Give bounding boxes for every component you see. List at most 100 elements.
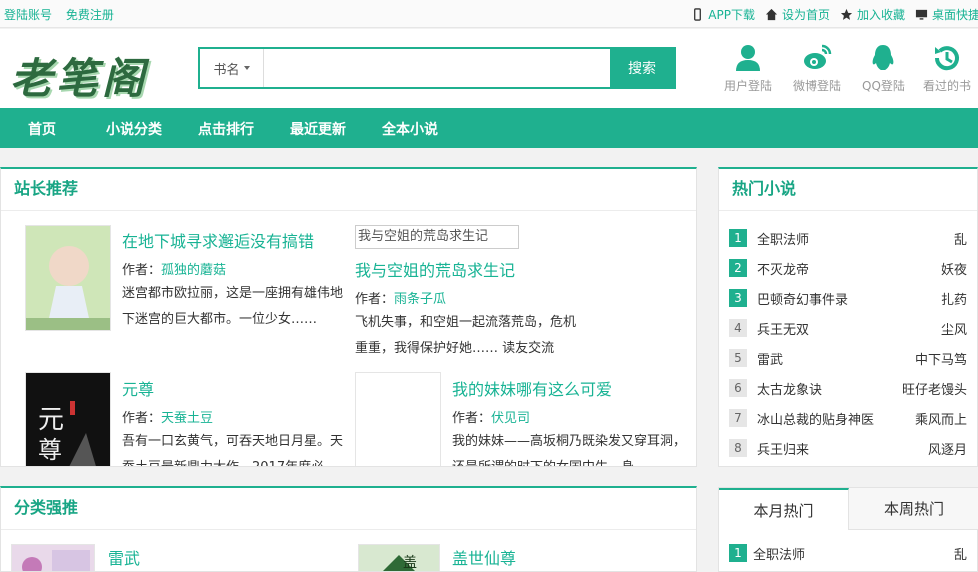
hot-list-item[interactable]: 6 太古龙象诀 旺仔老馒头 [729, 377, 967, 407]
weibo-login-button[interactable]: 微博登陆 [793, 43, 841, 94]
site-logo[interactable]: 老笔阁 [10, 45, 148, 106]
book-title-link[interactable]: 元尊 [122, 376, 154, 400]
hot-list-item[interactable]: 7 冰山总裁的贴身神医 乘风而上 [729, 407, 967, 437]
cover-image: 盖 [359, 545, 439, 571]
hot-book-name[interactable]: 冰山总裁的贴身神医 [757, 409, 874, 428]
desktop-shortcut-link[interactable]: 桌面快捷 [915, 6, 978, 23]
set-homepage-link[interactable]: 设为首页 [765, 6, 830, 23]
hot-book-author: 扎药 [940, 293, 967, 308]
hot-book-author: 中下马笃 [914, 353, 967, 368]
monitor-icon [915, 9, 928, 20]
history-button[interactable]: 看过的书 [923, 43, 971, 94]
hot-book-author: 尘风 [940, 323, 967, 338]
hot-list-item[interactable]: 4 兵王无双 尘风 [729, 317, 967, 347]
hot-book-author: 乘风而上 [914, 413, 967, 428]
rank-badge: 4 [729, 319, 747, 337]
hot-book-name[interactable]: 全职法师 [753, 544, 805, 563]
weibo-icon [804, 44, 832, 69]
book-cover[interactable] [355, 372, 441, 466]
nav-item-home[interactable]: 首页 [28, 119, 56, 139]
book-author: 作者：伏见司 [452, 411, 531, 426]
hot-list-item[interactable]: 1 全职法师 乱 [729, 544, 967, 566]
add-favorite-link[interactable]: 加入收藏 [840, 6, 905, 23]
book-cover[interactable] [25, 225, 111, 331]
cover-image: 元尊 [26, 373, 110, 466]
main-nav: 首页 小说分类 点击排行 最近更新 全本小说 [0, 108, 978, 148]
book-desc: 迷宫都市欧拉丽，这是一座拥有雄伟地下迷宫的巨大都市。一位少女…… [122, 286, 344, 327]
hot-book-name[interactable]: 兵王无双 [757, 319, 809, 338]
top-bar: 登陆账号 免费注册 APP下载 设为首页 加入收藏 桌面快捷 [0, 0, 978, 28]
hot-list-item[interactable]: 2 不灭龙帝 妖夜 [729, 257, 967, 287]
hot-book-name[interactable]: 兵王归来 [757, 439, 809, 458]
book-title-link[interactable]: 雷武 [108, 545, 140, 569]
hot-list-item[interactable]: 1 全职法师 乱 [729, 227, 967, 257]
login-link[interactable]: 登陆账号 [4, 8, 52, 22]
hot-list-item[interactable]: 8 兵王归来 风逐月 [729, 437, 967, 467]
author-link[interactable]: 伏见司 [491, 411, 530, 426]
author-link[interactable]: 孤独的蘑菇 [161, 263, 226, 278]
book-desc: 我的妹妹——高坂桐乃既染发又穿耳洞，还是所谓的时下的女国中生，身 [452, 434, 687, 466]
hot-list-item[interactable]: 3 巴顿奇幻事件录 扎药 [729, 287, 967, 317]
book-author: 作者：雨条子瓜 [355, 292, 447, 307]
svg-text:盖: 盖 [403, 555, 417, 571]
book-cover[interactable]: 盖 [358, 544, 440, 571]
nav-item-categories[interactable]: 小说分类 [106, 119, 162, 139]
rank-badge: 7 [729, 409, 747, 427]
hot-book-name[interactable]: 全职法师 [757, 229, 809, 248]
header: 老笔阁 书名 搜索 用户登陆 微博登陆 QQ登陆 看过的书 [0, 29, 978, 108]
hot-novels-title: 热门小说 [719, 169, 977, 211]
caret-down-icon [243, 66, 250, 70]
register-link[interactable]: 免费注册 [66, 8, 114, 22]
rank-badge: 1 [729, 544, 747, 562]
hot-book-author: 妖夜 [940, 263, 967, 278]
book-cover[interactable]: 元尊 [25, 372, 111, 466]
svg-text:元: 元 [38, 405, 64, 435]
book-author: 作者：孤独的蘑菇 [122, 263, 227, 278]
search-bar: 书名 搜索 [198, 47, 676, 89]
hot-book-name[interactable]: 不灭龙帝 [757, 259, 809, 278]
search-type-select[interactable]: 书名 [200, 49, 264, 87]
app-download-link[interactable]: APP下载 [691, 6, 755, 23]
user-login-button[interactable]: 用户登陆 [724, 43, 772, 94]
hot-book-author: 乱 [953, 233, 967, 248]
star-icon [840, 8, 853, 20]
book-title-link[interactable]: 在地下城寻求邂逅没有搞错 [122, 228, 314, 252]
cover-image [12, 545, 94, 571]
hot-book-author: 旺仔老馒头 [901, 383, 967, 398]
hot-list-item[interactable]: 5 雷武 中下马笃 [729, 347, 967, 377]
ranking-tabs: 本月热门 本周热门 1 全职法师 乱 [718, 487, 978, 572]
svg-text:尊: 尊 [38, 436, 62, 464]
book-cover[interactable] [11, 544, 95, 571]
hot-book-name[interactable]: 雷武 [757, 349, 783, 368]
qq-icon [873, 45, 894, 70]
author-link[interactable]: 雨条子瓜 [394, 292, 446, 307]
hot-book-author: 乱 [953, 548, 967, 563]
book-author: 作者：天蚕土豆 [122, 411, 214, 426]
book-cover-broken[interactable]: 我与空姐的荒岛求生记 [355, 225, 519, 249]
phone-icon [694, 8, 702, 21]
book-title-link[interactable]: 我与空姐的荒岛求生记 [355, 257, 515, 281]
nav-item-latest[interactable]: 最近更新 [290, 119, 346, 139]
nav-item-complete[interactable]: 全本小说 [382, 119, 438, 139]
search-button[interactable]: 搜索 [610, 49, 674, 87]
category-panel: 分类强推 雷武 盖 盖世仙尊 [0, 486, 697, 572]
hot-novels-panel: 热门小说 1 全职法师 乱 2 不灭龙帝 妖夜 3 巴顿奇幻事件录 扎药 4 兵王无双 尘风 5… [718, 167, 978, 467]
tab-month-hot[interactable]: 本月热门 [719, 488, 849, 530]
qq-login-button[interactable]: QQ登陆 [862, 43, 905, 94]
home-icon [765, 8, 778, 21]
rank-badge: 6 [729, 379, 747, 397]
hot-book-name[interactable]: 巴顿奇幻事件录 [757, 289, 848, 308]
book-desc: 飞机失事，和空姐一起流落荒岛，危机重重，我得保护好她…… 读友交流 [355, 315, 577, 356]
user-icon [736, 45, 760, 71]
book-title-link[interactable]: 我的妹妹哪有这么可爱 [452, 376, 612, 400]
category-title: 分类强推 [1, 488, 696, 530]
tab-week-hot[interactable]: 本周热门 [849, 488, 978, 530]
hot-book-name[interactable]: 太古龙象诀 [757, 379, 822, 398]
history-icon [934, 46, 959, 71]
cover-image [26, 226, 110, 330]
recommend-panel: 站长推荐 在地下城寻求邂逅没有搞错 作者：孤独的蘑菇 迷宫都市欧拉丽，这是一座拥… [0, 167, 697, 467]
search-input[interactable] [264, 49, 610, 87]
author-link[interactable]: 天蚕土豆 [161, 411, 213, 426]
book-title-link[interactable]: 盖世仙尊 [452, 545, 516, 569]
nav-item-ranking[interactable]: 点击排行 [198, 119, 254, 139]
